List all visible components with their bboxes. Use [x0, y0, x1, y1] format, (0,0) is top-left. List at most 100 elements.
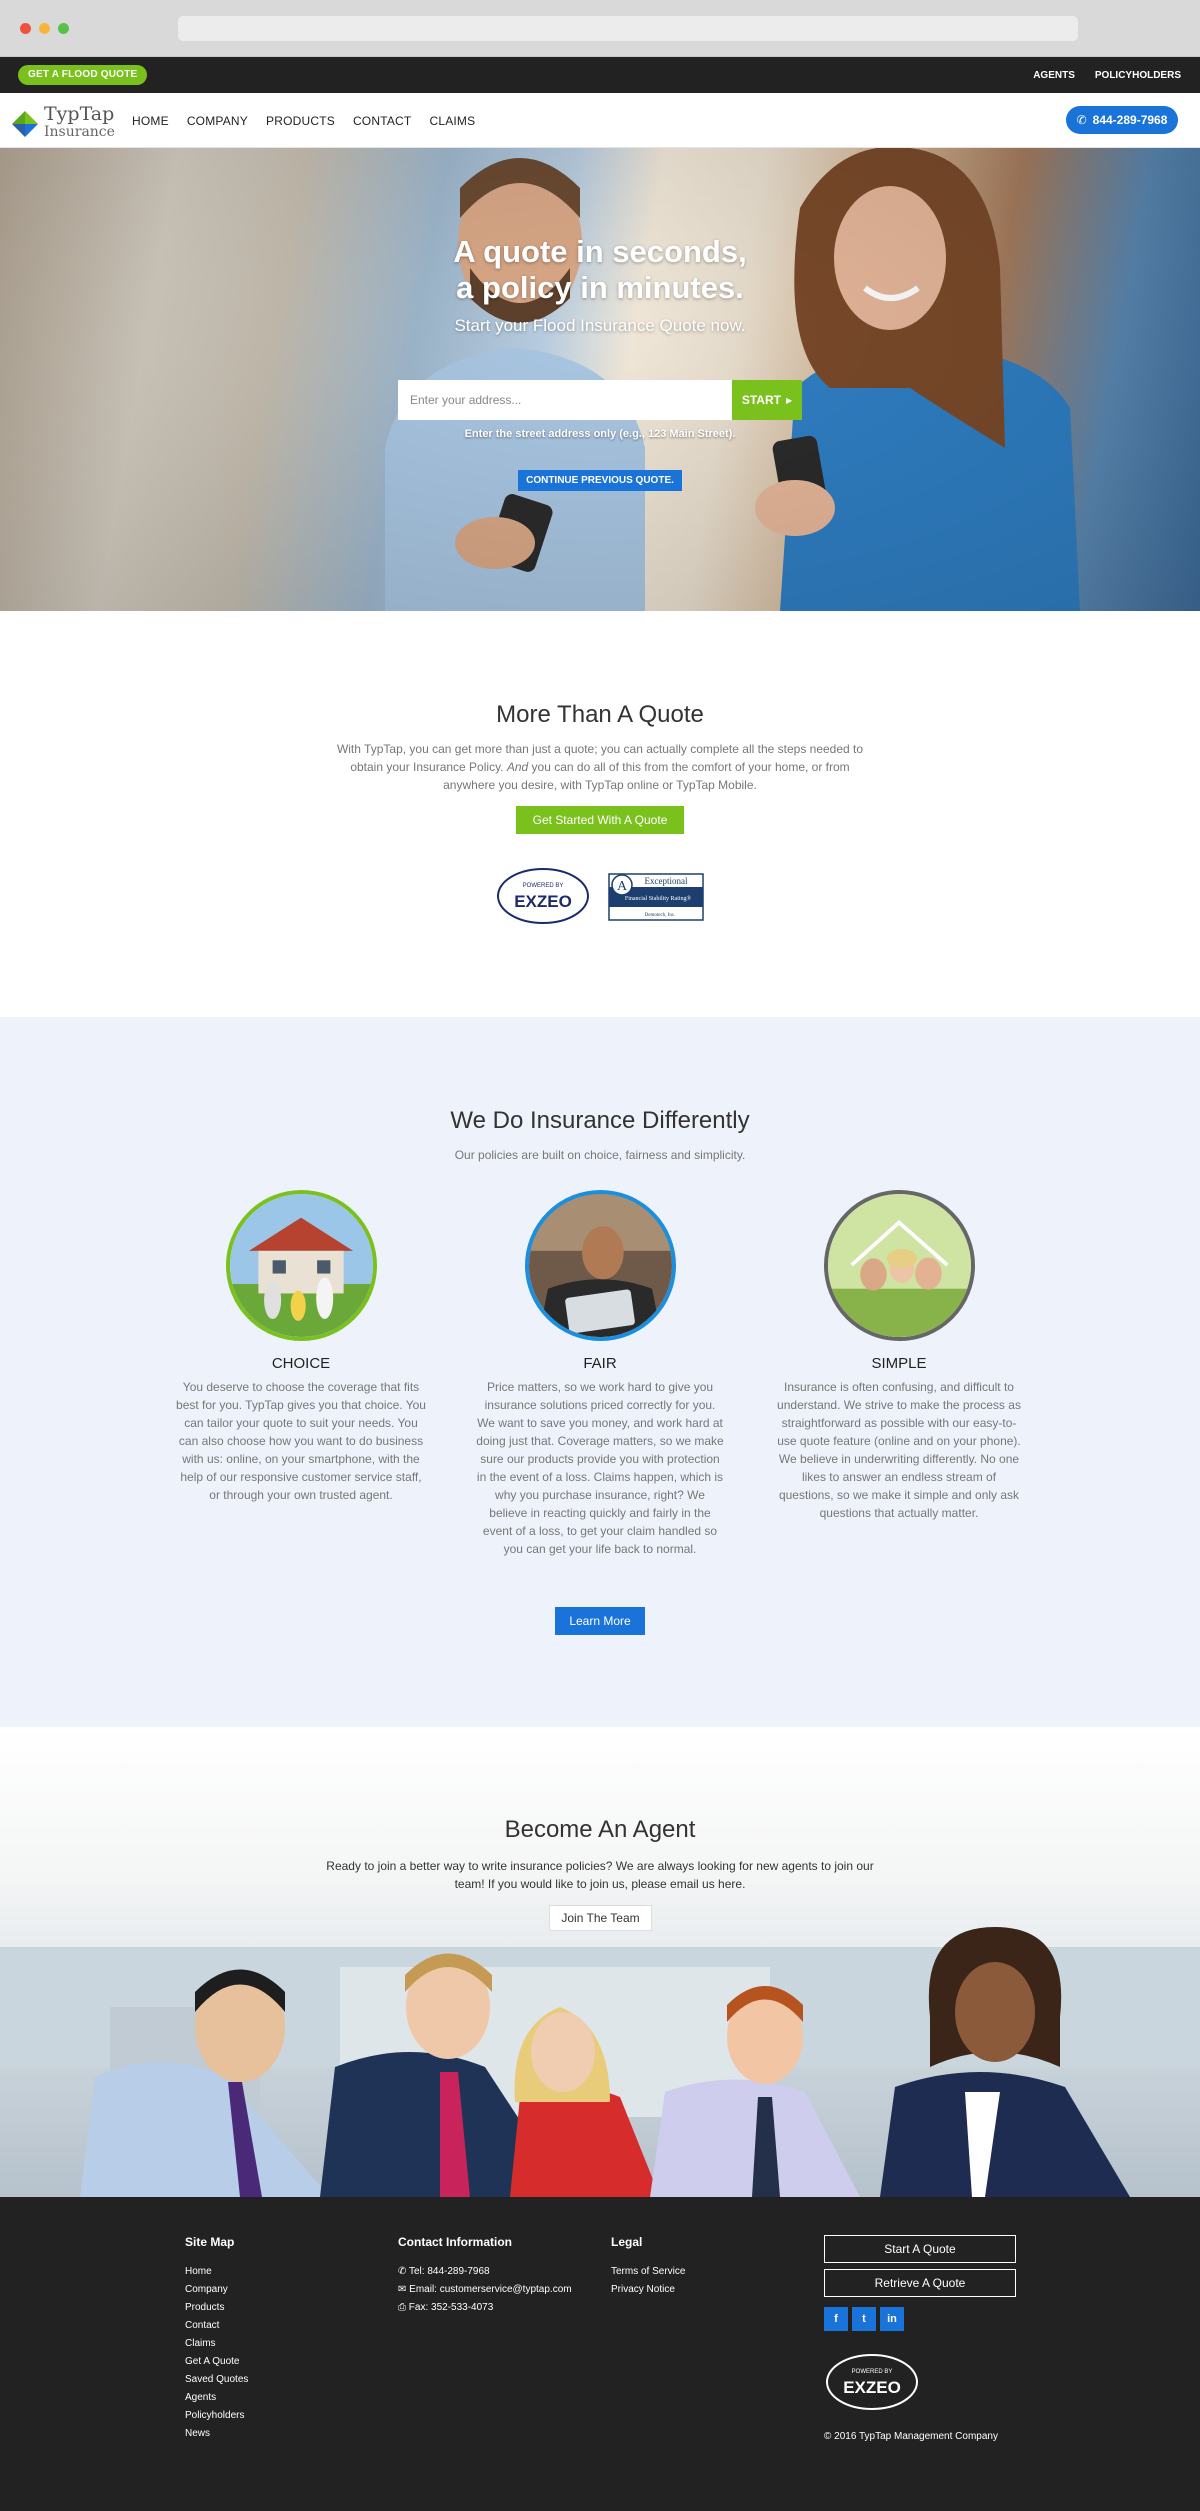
sitemap-link-contact[interactable]: Contact: [185, 2317, 248, 2335]
footer-email-text: Email: customerservice@typtap.com: [409, 2284, 572, 2295]
friends-photo: [823, 1190, 975, 1341]
phone-button[interactable]: ✆ 844-289-7968: [1066, 106, 1178, 134]
hero-title: A quote in seconds, a policy in minutes.: [0, 234, 1200, 306]
demotech-rating-badge[interactable]: A Exceptional Financial Stability Rating…: [608, 873, 704, 921]
footer-exzeo-badge[interactable]: POWERED BY EXZEO: [824, 2353, 920, 2411]
sitemap-link-products[interactable]: Products: [185, 2299, 248, 2317]
footer-email[interactable]: ✉ Email: customerservice@typtap.com: [398, 2281, 572, 2299]
nav-item-claims[interactable]: CLAIMS: [429, 114, 475, 128]
social-links: f t in: [824, 2307, 904, 2331]
contact-column: Contact Information ✆ Tel: 844-289-7968 …: [398, 2235, 572, 2317]
retrieve-a-quote-button[interactable]: Retrieve A Quote: [824, 2269, 1016, 2297]
demotech-line: Financial Stability Rating®: [625, 895, 692, 902]
start-label: START: [741, 393, 781, 407]
sitemap-link-claims[interactable]: Claims: [185, 2335, 248, 2353]
main-nav: TypTap Insurance HOME COMPANY PRODUCTS C…: [0, 93, 1200, 148]
nav-menu: HOME COMPANY PRODUCTS CONTACT CLAIMS: [132, 93, 475, 148]
become-an-agent-section: Become An Agent Ready to join a better w…: [0, 1727, 1200, 2197]
footer-fax: ⎙ Fax: 352-533-4073: [398, 2299, 572, 2317]
sitemap-link-agents[interactable]: Agents: [185, 2389, 248, 2407]
get-flood-quote-button[interactable]: GET A FLOOD QUOTE: [18, 65, 148, 85]
more-text-emphasis: And: [506, 760, 529, 774]
hero-title-line2: a policy in minutes.: [456, 270, 744, 305]
nav-item-products[interactable]: PRODUCTS: [266, 114, 335, 128]
contact-heading: Contact Information: [398, 2235, 512, 2249]
family-photo: [225, 1190, 377, 1341]
legal-column: Legal Terms of Service Privacy Notice: [611, 2235, 685, 2299]
insurance-differently-section: We Do Insurance Differently Our policies…: [0, 1017, 1200, 1727]
powered-by-exzeo-badge[interactable]: POWERED BY EXZEO: [496, 867, 590, 925]
learn-more-button[interactable]: Learn More: [555, 1607, 645, 1635]
hero-section: A quote in seconds, a policy in minutes.…: [0, 148, 1200, 611]
start-a-quote-button[interactable]: Start A Quote: [824, 2235, 1016, 2263]
fax-icon: ⎙: [398, 2302, 406, 2313]
simple-text: Insurance is often confusing, and diffic…: [777, 1380, 1021, 1520]
logo-wordmark: TypTap: [44, 103, 115, 125]
demotech-by: Demotech, Inc.: [645, 913, 676, 918]
fair-text: Price matters, so we work hard to give y…: [476, 1380, 724, 1556]
demotech-grade: A: [617, 879, 628, 894]
footer-phone-text: Tel: 844-289-7968: [409, 2266, 490, 2277]
typtap-logo[interactable]: TypTap Insurance: [12, 101, 122, 141]
sitemap-link-get-a-quote[interactable]: Get A Quote: [185, 2353, 248, 2371]
demotech-title: Exceptional: [645, 876, 688, 886]
different-subtitle: Our policies are built on choice, fairne…: [454, 1148, 746, 1162]
logo-subtitle: Insurance: [44, 124, 115, 140]
more-text: With TypTap, you can get more than just …: [325, 740, 875, 794]
agent-text: Ready to join a better way to write insu…: [326, 1859, 874, 1891]
sitemap-link-company[interactable]: Company: [185, 2281, 248, 2299]
family-house-illustration: [229, 1194, 373, 1337]
address-bar[interactable]: [178, 16, 1078, 41]
maximize-window-dot[interactable]: [58, 23, 69, 34]
agent-title: Become An Agent: [504, 1816, 696, 1843]
twitter-icon[interactable]: t: [852, 2307, 876, 2331]
more-than-a-quote-section: More Than A Quote With TypTap, you can g…: [0, 611, 1200, 1017]
address-input[interactable]: [398, 380, 732, 420]
policyholders-link[interactable]: POLICYHOLDERS: [1095, 70, 1181, 81]
continue-previous-quote-button[interactable]: CONTINUE PREVIOUS QUOTE.: [518, 470, 682, 491]
different-title: We Do Insurance Differently: [450, 1107, 750, 1134]
sitemap-link-saved-quotes[interactable]: Saved Quotes: [185, 2371, 248, 2389]
nav-item-home[interactable]: HOME: [132, 114, 169, 128]
agents-link[interactable]: AGENTS: [1033, 70, 1075, 81]
footer-exzeo-wordmark: EXZEO: [843, 2378, 901, 2397]
linkedin-icon[interactable]: in: [880, 2307, 904, 2331]
browser-chrome: [0, 0, 1200, 57]
top-links: AGENTS POLICYHOLDERS: [1033, 57, 1181, 93]
sitemap-link-home[interactable]: Home: [185, 2263, 248, 2281]
man-tablet-illustration: [528, 1194, 672, 1337]
minimize-window-dot[interactable]: [39, 23, 50, 34]
copyright: © 2016 TypTap Management Company: [824, 2431, 998, 2442]
close-window-dot[interactable]: [20, 23, 31, 34]
get-started-button[interactable]: Get Started With A Quote: [516, 806, 684, 834]
footer: Site Map Home Company Products Contact C…: [0, 2197, 1200, 2511]
terms-of-service-link[interactable]: Terms of Service: [611, 2263, 685, 2281]
sitemap-link-policyholders[interactable]: Policyholders: [185, 2407, 248, 2425]
envelope-icon: ✉: [398, 2284, 407, 2295]
footer-fax-text: Fax: 352-533-4073: [408, 2302, 494, 2313]
start-button[interactable]: START ▶: [732, 380, 802, 420]
phone-icon: ✆: [1076, 113, 1087, 127]
facebook-icon[interactable]: f: [824, 2307, 848, 2331]
top-bar: GET A FLOOD QUOTE AGENTS POLICYHOLDERS: [0, 57, 1200, 93]
phone-icon: ✆: [398, 2266, 407, 2277]
more-title: More Than A Quote: [496, 701, 704, 728]
privacy-notice-link[interactable]: Privacy Notice: [611, 2281, 685, 2299]
exzeo-powered-by: POWERED BY: [523, 883, 564, 889]
fair-column: FAIR Price matters, so we work hard to g…: [475, 1190, 725, 1558]
agents-team-photo: [0, 1927, 1200, 2197]
sitemap-link-news[interactable]: News: [185, 2425, 248, 2443]
address-hint: Enter the street address only (e.g., 123…: [464, 428, 736, 440]
nav-item-company[interactable]: COMPANY: [187, 114, 248, 128]
caret-right-icon: ▶: [785, 395, 793, 405]
nav-item-contact[interactable]: CONTACT: [353, 114, 412, 128]
footer-phone[interactable]: ✆ Tel: 844-289-7968: [398, 2263, 572, 2281]
sitemap-column: Site Map Home Company Products Contact C…: [185, 2235, 248, 2443]
exzeo-wordmark: EXZEO: [514, 892, 572, 911]
logo-mark-icon: [12, 111, 38, 137]
join-the-team-button[interactable]: Join The Team: [549, 1905, 652, 1931]
fair-title: FAIR: [583, 1355, 617, 1372]
choice-column: CHOICE You deserve to choose the coverag…: [176, 1190, 426, 1504]
simple-column: SIMPLE Insurance is often confusing, and…: [774, 1190, 1024, 1522]
choice-title: CHOICE: [271, 1355, 331, 1372]
